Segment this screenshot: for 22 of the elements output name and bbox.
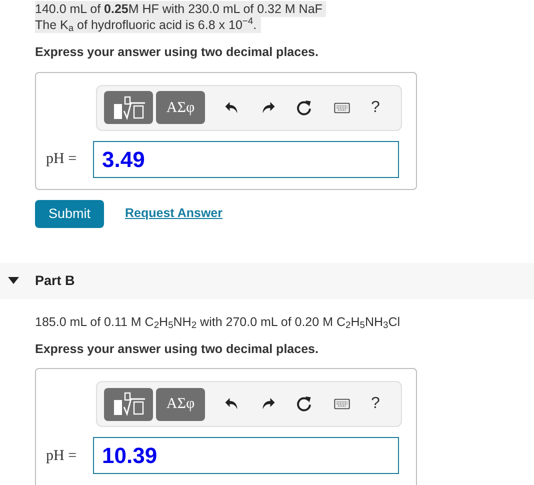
answer-input[interactable]: 3.49 xyxy=(93,140,399,178)
symbols-button[interactable]: ΑΣφ xyxy=(156,388,205,421)
problem-text: The K$_{a}$ of hydrofluoric acid is 6.8 x 10$^{−4}$. xyxy=(35,17,261,33)
reset-icon[interactable] xyxy=(295,395,313,414)
problem-text: 140.0 mL of 0.25M HF with 230.0 mL of 0.32 M NaF xyxy=(35,1,326,17)
help-button[interactable]: ? xyxy=(371,96,380,120)
reset-icon[interactable] xyxy=(295,98,313,117)
template-button[interactable] xyxy=(104,91,153,124)
symbols-button[interactable]: ΑΣφ xyxy=(156,91,205,124)
instruction-text: Express your answer using two decimal places. xyxy=(34,44,320,61)
part-header[interactable]: Part B xyxy=(0,262,534,299)
submit-button[interactable]: Submit xyxy=(35,200,104,228)
collapse-triangle-icon[interactable] xyxy=(8,277,19,284)
part-title: Part B xyxy=(35,272,75,290)
equation-label: pH = xyxy=(45,446,78,466)
equation-label: pH = xyxy=(45,150,78,169)
answer-input[interactable]: 10.39 xyxy=(93,437,399,474)
problem-text: 185.0 mL of 0.11 M C$_{2}$H$_{5}$NH$_{2}$ with 270.0 mL of 0.20 M C$_{2}$H$_{5}$NH$_{3}$Cl xyxy=(34,314,402,332)
instruction-text: Express your answer using two decimal places. xyxy=(34,340,320,358)
template-button[interactable] xyxy=(104,388,153,421)
request-answer-link[interactable]: Request Answer xyxy=(125,204,222,224)
help-button[interactable]: ? xyxy=(371,392,380,416)
